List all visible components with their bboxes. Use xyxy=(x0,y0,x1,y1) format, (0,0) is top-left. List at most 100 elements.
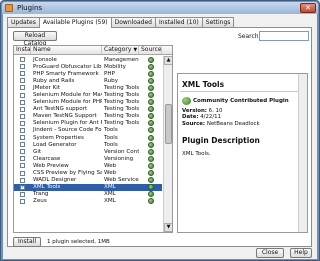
scrollbar-thumb[interactable] xyxy=(165,104,172,144)
plugin-name: Selenium Module for PHP xyxy=(33,99,102,106)
column-header-source[interactable]: Source xyxy=(139,46,162,54)
plugin-name: Maven TestNG Support xyxy=(33,113,97,120)
install-checkbox[interactable] xyxy=(20,135,25,141)
table-row[interactable]: Trang XML xyxy=(14,191,162,198)
table-row[interactable]: Ruby and Rails Ruby xyxy=(14,77,162,84)
plugin-certified-icon xyxy=(147,99,154,106)
table-row[interactable]: Selenium Module for PHP Testing Tools xyxy=(14,99,162,106)
table-row[interactable]: Git Version Control xyxy=(14,148,162,155)
table-row[interactable]: Selenium Module for MavenTesting Tools xyxy=(14,91,162,99)
install-checkbox[interactable] xyxy=(20,106,25,112)
install-checkbox[interactable] xyxy=(20,142,25,148)
window-title: Plugins xyxy=(17,4,43,12)
plugin-name: JConsole xyxy=(33,56,57,63)
table-row[interactable]: JMeter Kit Testing Tools xyxy=(14,84,162,91)
plugin-certified-icon xyxy=(147,120,154,127)
install-checkbox[interactable] xyxy=(20,156,25,162)
install-checkbox[interactable] xyxy=(20,177,25,183)
plugin-category: Tools xyxy=(104,141,118,148)
source-value: NetBeans Deadlock xyxy=(206,120,260,127)
install-checkbox[interactable] xyxy=(20,78,25,84)
details-scrollbar[interactable] xyxy=(298,74,307,232)
plugin-category: PHP xyxy=(104,70,115,77)
version-label: Version: xyxy=(182,108,207,114)
plugin-certified-icon xyxy=(147,77,154,84)
plugin-category: Tools xyxy=(104,134,118,141)
install-button[interactable]: Install xyxy=(13,237,41,247)
reload-catalog-button[interactable]: Reload Catalog xyxy=(13,31,57,47)
table-row[interactable]: Load Generator Tools xyxy=(14,141,162,148)
table-row[interactable]: Web Preview Web xyxy=(14,162,162,169)
source-cell xyxy=(139,127,162,134)
install-checkbox[interactable] xyxy=(20,163,25,169)
table-row[interactable]: Selenium Plugin for Ant Proje...Testing … xyxy=(14,120,162,127)
tab-strip: Updates Available Plugins (59) Downloade… xyxy=(7,17,235,28)
source-cell xyxy=(139,84,162,91)
table-row[interactable]: Jindent - Source Code Form...Tools xyxy=(14,127,162,134)
table-row[interactable]: CSS Preview by Flying Sauce...Web xyxy=(14,170,162,177)
table-row[interactable]: JConsole Management xyxy=(14,56,162,63)
source-cell xyxy=(139,148,162,155)
table-row[interactable]: Clearcase Versioning xyxy=(14,155,162,162)
plugin-name: Zeus xyxy=(33,198,47,205)
selection-status: 1 plugin selected, 1MB xyxy=(47,239,110,245)
window-close-button[interactable]: ✕ xyxy=(300,3,316,13)
plugin-details-pane: XML Tools Community Contributed Plugin V… xyxy=(177,73,308,233)
tab-installed[interactable]: Installed (10) xyxy=(154,17,203,27)
tab-updates[interactable]: Updates xyxy=(7,17,40,27)
install-checkbox[interactable] xyxy=(20,99,25,105)
table-row[interactable]: ✓ XML Tools XML xyxy=(14,183,162,191)
plugin-certified-icon xyxy=(147,134,154,141)
install-checkbox-cell xyxy=(14,163,31,169)
table-row[interactable]: ProGuard Obfuscator LibraryMobility xyxy=(14,63,162,70)
scroll-down-icon[interactable]: ▼ xyxy=(164,223,172,232)
table-row[interactable]: Zeus XML xyxy=(14,198,162,205)
source-line: Source: NetBeans Deadlock xyxy=(182,121,260,127)
table-scrollbar[interactable]: ▲ ▼ xyxy=(163,56,172,232)
help-button[interactable]: Help xyxy=(290,248,312,258)
table-row[interactable]: WADL Designer Web Services xyxy=(14,177,162,184)
install-checkbox[interactable] xyxy=(20,71,25,77)
title-bar[interactable]: Plugins ✕ xyxy=(2,2,318,14)
table-body: JConsole Management ProGuard Obfuscator Li… xyxy=(14,56,162,205)
install-checkbox[interactable] xyxy=(20,191,25,197)
plugin-certified-icon xyxy=(147,170,154,177)
plugins-window: Plugins ✕ Updates Available Plugins (59)… xyxy=(0,0,320,261)
install-checkbox[interactable] xyxy=(20,170,25,176)
install-checkbox[interactable] xyxy=(20,149,25,155)
tab-available-plugins[interactable]: Available Plugins (59) xyxy=(38,17,112,28)
tab-downloaded[interactable]: Downloaded xyxy=(110,17,156,27)
plugin-category: Web xyxy=(104,162,117,169)
install-checkbox[interactable] xyxy=(20,57,25,63)
source-cell xyxy=(139,134,162,141)
install-checkbox[interactable]: ✓ xyxy=(20,184,25,190)
install-checkbox[interactable] xyxy=(20,113,25,119)
plugin-certified-icon xyxy=(147,106,154,113)
install-checkbox[interactable] xyxy=(20,120,25,126)
table-row[interactable]: PHP Smarty Framework PHP xyxy=(14,70,162,77)
table-row[interactable]: Ant TestNG support Testing Tools xyxy=(14,106,162,113)
source-cell xyxy=(139,170,162,177)
source-cell xyxy=(139,177,162,184)
install-checkbox[interactable] xyxy=(20,127,25,133)
search-label: Search: xyxy=(238,33,261,40)
plugin-certified-icon xyxy=(147,162,154,169)
install-checkbox[interactable] xyxy=(20,198,25,204)
tab-settings[interactable]: Settings xyxy=(201,17,235,27)
install-checkbox[interactable] xyxy=(20,92,25,98)
scroll-up-icon[interactable]: ▲ xyxy=(164,56,172,65)
date-value: 4/22/11 xyxy=(200,114,222,121)
install-checkbox-cell xyxy=(14,78,31,84)
column-header-category[interactable]: Category ▼ xyxy=(102,46,139,54)
column-header-install[interactable]: Install xyxy=(14,46,31,54)
details-divider xyxy=(180,91,298,92)
column-header-name[interactable]: Name xyxy=(31,46,102,54)
table-row[interactable]: Maven TestNG Support Testing Tools xyxy=(14,113,162,120)
install-checkbox[interactable] xyxy=(20,85,25,91)
search-input[interactable] xyxy=(259,31,309,41)
install-checkbox-cell: ✓ xyxy=(14,184,31,190)
table-row[interactable]: System Properties Tools xyxy=(14,134,162,141)
install-checkbox[interactable] xyxy=(20,64,25,70)
install-checkbox-cell xyxy=(14,106,31,112)
close-button[interactable]: Close xyxy=(256,248,284,258)
